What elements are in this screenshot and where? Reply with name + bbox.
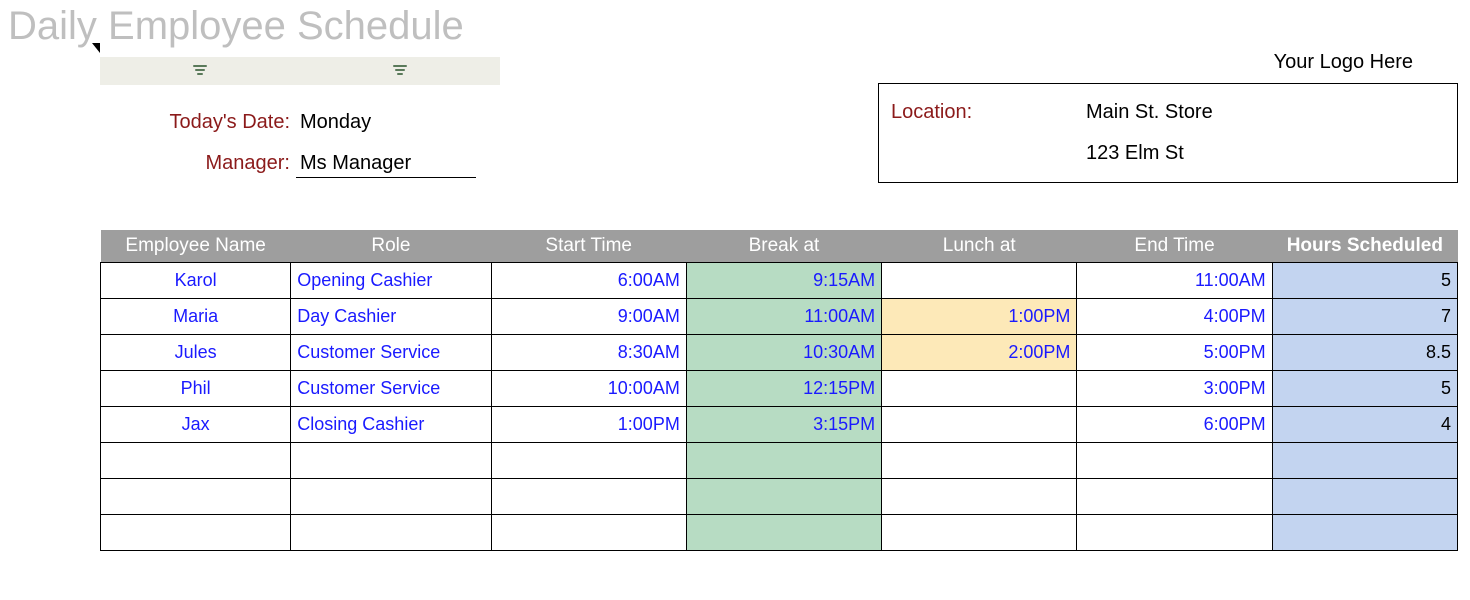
- filter-icon: [193, 64, 207, 78]
- header-role: Role: [291, 230, 491, 262]
- info-left: Today's Date: Monday Manager: Ms Manager: [100, 103, 660, 178]
- manager-row: Manager: Ms Manager: [100, 152, 660, 178]
- cell-role[interactable]: Opening Cashier: [291, 262, 491, 298]
- date-value: Monday: [296, 111, 371, 134]
- cell-end[interactable]: 5:00PM: [1077, 334, 1272, 370]
- cell-lunch[interactable]: [882, 370, 1077, 406]
- cell-start[interactable]: 6:00AM: [491, 262, 686, 298]
- cell-hours[interactable]: 4: [1272, 406, 1457, 442]
- page-title: Daily Employee Schedule: [0, 0, 1470, 57]
- cell-name[interactable]: Jax: [101, 406, 291, 442]
- cell-break[interactable]: [686, 442, 881, 478]
- manager-value[interactable]: Ms Manager: [296, 152, 476, 178]
- cell-role[interactable]: Day Cashier: [291, 298, 491, 334]
- cell-hours[interactable]: 7: [1272, 298, 1457, 334]
- filter-slot-1[interactable]: [100, 57, 300, 85]
- table-row: JulesCustomer Service8:30AM10:30AM2:00PM…: [101, 334, 1458, 370]
- cell-start[interactable]: 1:00PM: [491, 406, 686, 442]
- cell-end[interactable]: [1077, 514, 1272, 550]
- cell-break[interactable]: 3:15PM: [686, 406, 881, 442]
- cell-hours[interactable]: [1272, 478, 1457, 514]
- cell-name[interactable]: Phil: [101, 370, 291, 406]
- cell-role[interactable]: Customer Service: [291, 334, 491, 370]
- cell-start[interactable]: [491, 478, 686, 514]
- header-start: Start Time: [491, 230, 686, 262]
- cell-break[interactable]: 12:15PM: [686, 370, 881, 406]
- header-lunch: Lunch at: [882, 230, 1077, 262]
- location-label: Location:: [891, 101, 1086, 124]
- table-row: JaxClosing Cashier1:00PM3:15PM 6:00PM4: [101, 406, 1458, 442]
- header-hours: Hours Scheduled: [1272, 230, 1457, 262]
- location-spacer: [891, 142, 1086, 165]
- corner-mark-icon: [92, 43, 100, 53]
- cell-name[interactable]: [101, 442, 291, 478]
- cell-lunch[interactable]: 2:00PM: [882, 334, 1077, 370]
- cell-role[interactable]: Customer Service: [291, 370, 491, 406]
- cell-start[interactable]: [491, 442, 686, 478]
- cell-end[interactable]: 6:00PM: [1077, 406, 1272, 442]
- cell-name[interactable]: Jules: [101, 334, 291, 370]
- cell-lunch[interactable]: [882, 478, 1077, 514]
- filter-bar: [100, 57, 500, 85]
- cell-end[interactable]: 11:00AM: [1077, 262, 1272, 298]
- cell-role[interactable]: [291, 478, 491, 514]
- table-row-empty: [101, 514, 1458, 550]
- date-label: Today's Date:: [100, 111, 296, 134]
- filter-slot-2[interactable]: [300, 57, 500, 85]
- table-row-empty: [101, 442, 1458, 478]
- cell-start[interactable]: [491, 514, 686, 550]
- filter-icon: [393, 64, 407, 78]
- table-header-row: Employee Name Role Start Time Break at L…: [101, 230, 1458, 262]
- table-row: MariaDay Cashier9:00AM11:00AM1:00PM4:00P…: [101, 298, 1458, 334]
- table-row: PhilCustomer Service10:00AM12:15PM 3:00PM…: [101, 370, 1458, 406]
- table-row-empty: [101, 478, 1458, 514]
- cell-break[interactable]: 9:15AM: [686, 262, 881, 298]
- cell-name[interactable]: [101, 478, 291, 514]
- cell-hours[interactable]: [1272, 442, 1457, 478]
- manager-label: Manager:: [100, 152, 296, 175]
- cell-role[interactable]: [291, 442, 491, 478]
- cell-break[interactable]: [686, 478, 881, 514]
- logo-placeholder: Your Logo Here: [1274, 51, 1413, 74]
- header-end: End Time: [1077, 230, 1272, 262]
- cell-name[interactable]: Maria: [101, 298, 291, 334]
- location-address: 123 Elm St: [1086, 142, 1184, 165]
- cell-hours[interactable]: [1272, 514, 1457, 550]
- header-break: Break at: [686, 230, 881, 262]
- cell-role[interactable]: Closing Cashier: [291, 406, 491, 442]
- cell-end[interactable]: [1077, 478, 1272, 514]
- header-name: Employee Name: [101, 230, 291, 262]
- cell-lunch[interactable]: [882, 442, 1077, 478]
- cell-lunch[interactable]: [882, 262, 1077, 298]
- cell-name[interactable]: [101, 514, 291, 550]
- table-row: KarolOpening Cashier6:00AM9:15AM 11:00AM5: [101, 262, 1458, 298]
- cell-hours[interactable]: 5: [1272, 262, 1457, 298]
- cell-start[interactable]: 8:30AM: [491, 334, 686, 370]
- cell-role[interactable]: [291, 514, 491, 550]
- cell-lunch[interactable]: [882, 406, 1077, 442]
- cell-name[interactable]: Karol: [101, 262, 291, 298]
- cell-hours[interactable]: 5: [1272, 370, 1457, 406]
- date-row: Today's Date: Monday: [100, 111, 660, 134]
- cell-end[interactable]: [1077, 442, 1272, 478]
- schedule-table: Employee Name Role Start Time Break at L…: [100, 230, 1458, 551]
- cell-end[interactable]: 3:00PM: [1077, 370, 1272, 406]
- cell-break[interactable]: 11:00AM: [686, 298, 881, 334]
- location-name: Main St. Store: [1086, 101, 1213, 124]
- cell-end[interactable]: 4:00PM: [1077, 298, 1272, 334]
- cell-start[interactable]: 9:00AM: [491, 298, 686, 334]
- cell-lunch[interactable]: 1:00PM: [882, 298, 1077, 334]
- cell-lunch[interactable]: [882, 514, 1077, 550]
- cell-break[interactable]: 10:30AM: [686, 334, 881, 370]
- cell-start[interactable]: 10:00AM: [491, 370, 686, 406]
- cell-hours[interactable]: 8.5: [1272, 334, 1457, 370]
- location-box: Location: Main St. Store 123 Elm St: [878, 83, 1458, 183]
- cell-break[interactable]: [686, 514, 881, 550]
